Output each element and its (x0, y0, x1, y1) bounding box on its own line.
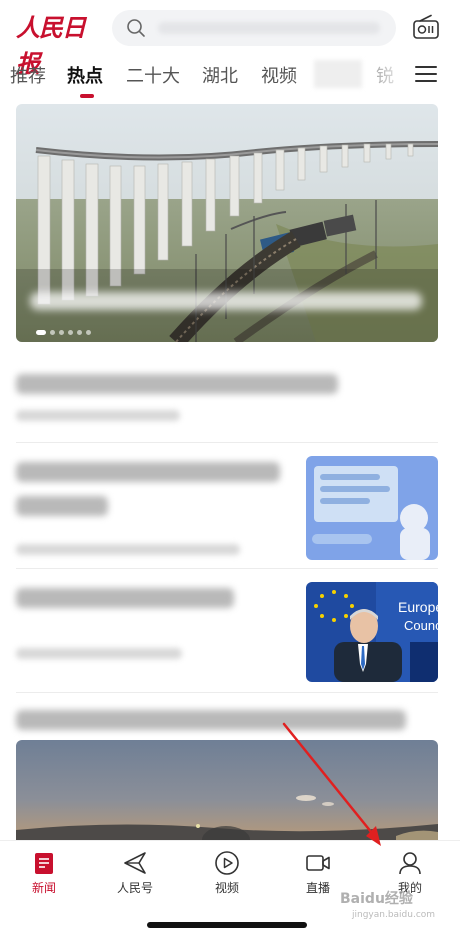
news-meta-blurred (16, 648, 182, 659)
divider (16, 442, 438, 443)
search-placeholder-blurred (158, 22, 380, 34)
blurred-tab (314, 60, 362, 88)
carousel-dot (36, 330, 46, 335)
top-bar: 人民日报 (0, 0, 460, 78)
watermark: Baidu经验 (340, 891, 413, 907)
svg-text:Counc: Counc (404, 618, 438, 633)
nav-label: 人民号 (116, 881, 153, 895)
paper-plane-icon (124, 852, 146, 874)
news-title-blurred (16, 374, 338, 394)
nav-label: 直播 (305, 881, 330, 895)
svg-text:Europe: Europe (398, 599, 438, 615)
carousel-dot (77, 330, 82, 335)
news-title-blurred (16, 496, 108, 516)
search-bar[interactable] (112, 10, 396, 46)
news-icon (35, 853, 53, 874)
hero-caption-blurred (30, 292, 422, 310)
nav-live[interactable]: 直播 (288, 849, 348, 896)
video-camera-icon (306, 855, 330, 871)
carousel-indicator (36, 320, 95, 339)
carousel-dot (86, 330, 91, 335)
active-tab-indicator (80, 94, 94, 98)
search-icon (127, 19, 145, 37)
app-logo[interactable]: 人民日报 (16, 10, 98, 78)
nav-people-account[interactable]: 人民号 (105, 849, 165, 896)
news-item[interactable] (16, 374, 438, 421)
carousel-dot (68, 330, 73, 335)
watermark-url: jingyan.baidu.com (352, 910, 436, 920)
play-icon (215, 851, 239, 875)
nav-news[interactable]: 新闻 (14, 849, 74, 896)
hero-carousel[interactable] (16, 104, 438, 342)
news-item[interactable] (16, 710, 438, 730)
news-title-blurred (16, 462, 280, 482)
divider (16, 692, 438, 693)
tab-20th-congress[interactable]: 二十大 (126, 64, 180, 90)
news-large-image (16, 740, 438, 840)
nav-label: 新闻 (31, 881, 56, 895)
menu-icon[interactable] (414, 64, 438, 84)
tab-video[interactable]: 视频 (261, 64, 297, 90)
nav-video[interactable]: 视频 (197, 849, 257, 896)
news-meta-blurred (16, 410, 180, 421)
user-icon (399, 852, 421, 875)
news-title-blurred (16, 588, 234, 608)
tab-fade-overlay (368, 56, 408, 96)
news-title-blurred (16, 710, 406, 730)
news-meta-blurred (16, 544, 240, 555)
tab-recommend[interactable]: 推荐 (10, 64, 46, 90)
tab-hot[interactable]: 热点 (67, 64, 103, 90)
divider (16, 568, 438, 569)
nav-label: 视频 (214, 881, 239, 895)
carousel-dot (50, 330, 55, 335)
tab-hubei[interactable]: 湖北 (202, 64, 238, 90)
news-thumbnail: Europe Counc (306, 582, 438, 682)
news-thumbnail (306, 456, 438, 560)
carousel-dot (59, 330, 64, 335)
home-indicator[interactable] (147, 922, 307, 928)
radio-icon[interactable] (412, 14, 440, 40)
